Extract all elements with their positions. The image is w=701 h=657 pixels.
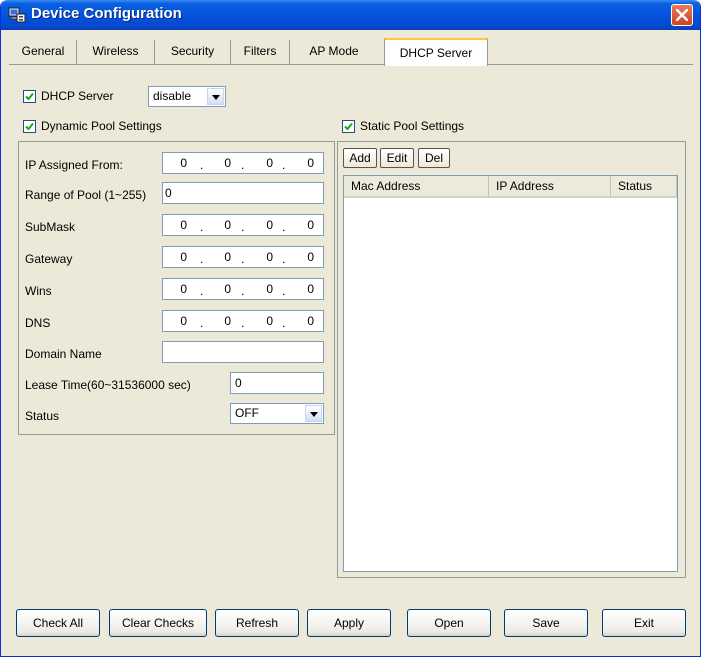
tab-general[interactable]: General bbox=[10, 40, 77, 64]
tab-divider bbox=[9, 64, 693, 65]
tab-wireless[interactable]: Wireless bbox=[77, 40, 155, 64]
open-button[interactable]: Open bbox=[407, 609, 491, 637]
gateway-input[interactable]: 0 . 0 . 0 . 0 bbox=[162, 246, 324, 268]
dns-input[interactable]: 0 . 0 . 0 . 0 bbox=[162, 310, 324, 332]
column-header-ip-address[interactable]: IP Address bbox=[489, 176, 611, 198]
dynamic-pool-label: Dynamic Pool Settings bbox=[41, 119, 162, 133]
tab-security[interactable]: Security bbox=[155, 40, 231, 64]
static-pool-table[interactable]: Mac Address IP Address Status bbox=[343, 175, 678, 572]
static-pool-label: Static Pool Settings bbox=[360, 119, 465, 133]
ip-octet: 0 bbox=[307, 282, 314, 296]
clear-checks-button[interactable]: Clear Checks bbox=[109, 609, 207, 637]
dhcp-mode-value: disable bbox=[153, 89, 192, 103]
ip-octet: 0 bbox=[307, 156, 314, 170]
octet-separator: . bbox=[282, 220, 286, 234]
ip-octet: 0 bbox=[224, 218, 231, 232]
wins-input[interactable]: 0 . 0 . 0 . 0 bbox=[162, 278, 324, 300]
dynamic-pool-checkbox[interactable] bbox=[23, 120, 36, 133]
window-title: Device Configuration bbox=[31, 5, 182, 22]
ip-octet: 0 bbox=[180, 314, 187, 328]
device-configuration-window: Device Configuration General Wireless Se… bbox=[0, 0, 701, 657]
ip-octet: 0 bbox=[266, 314, 273, 328]
dhcp-server-checkbox[interactable] bbox=[23, 90, 36, 103]
checkmark-icon bbox=[25, 122, 34, 131]
submask-input[interactable]: 0 . 0 . 0 . 0 bbox=[162, 214, 324, 236]
ip-octet: 0 bbox=[266, 218, 273, 232]
range-of-pool-label: Range of Pool (1~255) bbox=[25, 188, 147, 202]
exit-button[interactable]: Exit bbox=[602, 609, 686, 637]
tab-ap-mode[interactable]: AP Mode bbox=[290, 40, 378, 64]
range-of-pool-value: 0 bbox=[165, 186, 172, 200]
check-all-button[interactable]: Check All bbox=[16, 609, 100, 637]
checkmark-icon bbox=[344, 122, 353, 131]
lease-time-label: Lease Time(60~31536000 sec) bbox=[25, 378, 191, 392]
lease-time-value: 0 bbox=[235, 376, 242, 390]
close-icon bbox=[676, 9, 688, 21]
domain-name-label: Domain Name bbox=[25, 347, 102, 361]
ip-octet: 0 bbox=[180, 250, 187, 264]
save-button[interactable]: Save bbox=[504, 609, 588, 637]
lease-time-input[interactable]: 0 bbox=[230, 372, 324, 394]
octet-separator: . bbox=[241, 284, 245, 298]
static-pool-checkbox[interactable] bbox=[342, 120, 355, 133]
ip-assigned-from-input[interactable]: 0 . 0 . 0 . 0 bbox=[162, 152, 324, 174]
ip-octet: 0 bbox=[266, 282, 273, 296]
octet-separator: . bbox=[241, 252, 245, 266]
ip-octet: 0 bbox=[180, 282, 187, 296]
octet-separator: . bbox=[282, 252, 286, 266]
octet-separator: . bbox=[282, 284, 286, 298]
range-of-pool-input[interactable]: 0 bbox=[162, 182, 324, 204]
column-header-mac-address[interactable]: Mac Address bbox=[344, 176, 489, 198]
ip-octet: 0 bbox=[224, 314, 231, 328]
dhcp-server-label: DHCP Server bbox=[41, 89, 114, 103]
octet-separator: . bbox=[241, 316, 245, 330]
ip-octet: 0 bbox=[224, 156, 231, 170]
octet-separator: . bbox=[200, 158, 204, 172]
tab-dhcp-server[interactable]: DHCP Server bbox=[384, 38, 488, 66]
submask-label: SubMask bbox=[25, 220, 76, 234]
status-select[interactable]: OFF bbox=[230, 403, 324, 424]
status-label: Status bbox=[25, 409, 60, 423]
network-computer-icon bbox=[8, 7, 26, 23]
close-button[interactable] bbox=[671, 4, 693, 26]
wins-label: Wins bbox=[25, 284, 52, 298]
status-value: OFF bbox=[235, 406, 259, 420]
ip-octet: 0 bbox=[180, 156, 187, 170]
apply-button[interactable]: Apply bbox=[307, 609, 391, 637]
add-button[interactable]: Add bbox=[343, 148, 377, 168]
ip-octet: 0 bbox=[180, 218, 187, 232]
octet-separator: . bbox=[241, 158, 245, 172]
title-bar[interactable]: Device Configuration bbox=[1, 0, 700, 30]
chevron-down-icon[interactable] bbox=[305, 405, 322, 422]
ip-octet: 0 bbox=[307, 314, 314, 328]
checkmark-icon bbox=[25, 92, 34, 101]
ip-octet: 0 bbox=[307, 250, 314, 264]
ip-octet: 0 bbox=[266, 156, 273, 170]
gateway-label: Gateway bbox=[25, 252, 73, 266]
tab-filters[interactable]: Filters bbox=[231, 40, 290, 64]
octet-separator: . bbox=[200, 316, 204, 330]
column-header-status[interactable]: Status bbox=[611, 176, 677, 198]
dhcp-mode-select[interactable]: disable bbox=[148, 86, 226, 107]
domain-name-input[interactable] bbox=[162, 341, 324, 363]
del-button[interactable]: Del bbox=[418, 148, 450, 168]
ip-octet: 0 bbox=[266, 250, 273, 264]
ip-assigned-from-label: IP Assigned From: bbox=[25, 158, 123, 172]
octet-separator: . bbox=[282, 316, 286, 330]
octet-separator: . bbox=[200, 284, 204, 298]
ip-octet: 0 bbox=[224, 250, 231, 264]
chevron-down-icon[interactable] bbox=[207, 88, 224, 105]
dns-label: DNS bbox=[25, 316, 51, 330]
ip-octet: 0 bbox=[307, 218, 314, 232]
refresh-button[interactable]: Refresh bbox=[215, 609, 299, 637]
octet-separator: . bbox=[282, 158, 286, 172]
octet-separator: . bbox=[200, 220, 204, 234]
edit-button[interactable]: Edit bbox=[380, 148, 414, 168]
octet-separator: . bbox=[241, 220, 245, 234]
ip-octet: 0 bbox=[224, 282, 231, 296]
octet-separator: . bbox=[200, 252, 204, 266]
